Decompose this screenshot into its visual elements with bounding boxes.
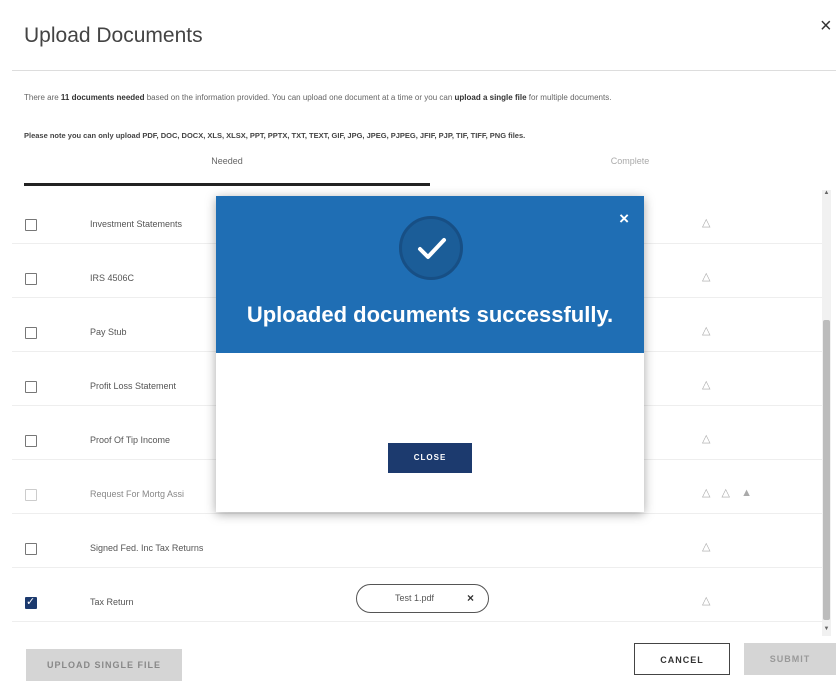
success-modal: × Uploaded documents successfully. CLOSE [216,196,644,512]
modal-close-icon[interactable]: × [619,209,629,229]
checkmark-icon [418,238,446,259]
modal-overlay: × Uploaded documents successfully. CLOSE [0,0,836,687]
success-message: Uploaded documents successfully. [246,302,614,327]
success-check-icon [399,216,463,280]
modal-close-button[interactable]: CLOSE [388,443,472,473]
modal-header: × Uploaded documents successfully. [216,196,644,353]
